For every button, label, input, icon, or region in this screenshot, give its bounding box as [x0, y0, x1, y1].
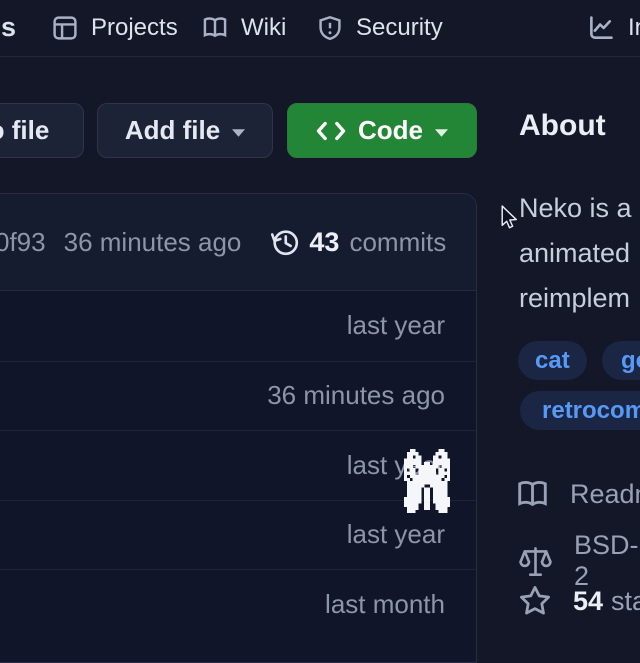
about-heading: About — [519, 109, 606, 143]
topic-tag-retrocomputing[interactable]: retrocomp — [520, 391, 640, 430]
history-icon — [270, 227, 300, 257]
law-scales-icon — [518, 544, 553, 579]
description-line: reimplem — [519, 276, 632, 321]
stars-label: sta — [611, 586, 640, 616]
star-icon — [518, 584, 552, 618]
shield-exclamation-icon — [317, 15, 343, 41]
repo-description: Neko is a animated reimplem — [519, 186, 632, 321]
commits-count-link[interactable]: 43 — [309, 227, 339, 258]
tab-projects-label: Projects — [91, 14, 178, 42]
file-row-time: last month — [325, 589, 445, 620]
commits-label: commits — [349, 227, 446, 258]
file-row-time: last year — [347, 519, 445, 550]
book-icon — [202, 15, 228, 41]
tab-projects[interactable]: Projects — [52, 0, 178, 55]
description-line: animated — [519, 231, 632, 276]
commit-hash-link[interactable]: 0f93 — [0, 227, 46, 258]
file-row[interactable]: last year — [0, 291, 476, 361]
chevron-down-icon — [435, 129, 448, 137]
topic-tag-cat[interactable]: cat — [518, 341, 587, 380]
topic-tag-go[interactable]: go — [602, 341, 640, 380]
table-icon — [52, 15, 78, 41]
file-row-time: 36 minutes ago — [267, 380, 445, 411]
code-button[interactable]: Code — [287, 103, 477, 158]
readme-link[interactable]: Readm — [516, 478, 640, 511]
file-row-time: last year — [347, 310, 445, 341]
tab-security[interactable]: Security — [317, 0, 443, 55]
graph-icon — [587, 14, 615, 42]
files-panel: 0f93 36 minutes ago 43 commits last year… — [0, 193, 477, 663]
readme-label: Readm — [570, 479, 640, 510]
tab-insights[interactable]: In — [587, 0, 640, 55]
mouse-cursor-icon — [501, 205, 518, 230]
latest-commit-bar: 0f93 36 minutes ago 43 commits — [0, 194, 476, 291]
code-icon — [316, 121, 346, 141]
tab-security-label: Security — [356, 14, 443, 42]
commit-time: 36 minutes ago — [64, 227, 242, 258]
go-to-file-button[interactable]: o file — [0, 103, 84, 158]
code-button-label: Code — [358, 115, 423, 146]
stars-link[interactable]: 54 sta — [518, 584, 640, 618]
license-link[interactable]: BSD-2 — [518, 530, 640, 592]
tab-wiki[interactable]: Wiki — [202, 0, 286, 55]
file-row[interactable]: last month — [0, 569, 476, 639]
nav-partial-tab[interactable]: s — [1, 12, 16, 43]
repo-nav: s Projects Wiki Security — [0, 0, 640, 57]
chevron-down-icon — [232, 129, 245, 137]
file-row[interactable]: 36 minutes ago — [0, 361, 476, 431]
add-file-label: Add file — [125, 115, 220, 146]
tab-insights-label: In — [628, 14, 640, 42]
book-icon — [516, 478, 549, 511]
tab-wiki-label: Wiki — [241, 14, 286, 42]
neko-cat-sprite — [404, 449, 450, 513]
description-line: Neko is a — [519, 186, 632, 231]
stars-count: 54 — [573, 586, 603, 616]
license-label: BSD-2 — [574, 530, 640, 592]
add-file-button[interactable]: Add file — [97, 103, 273, 158]
go-to-file-label: o file — [0, 115, 49, 146]
